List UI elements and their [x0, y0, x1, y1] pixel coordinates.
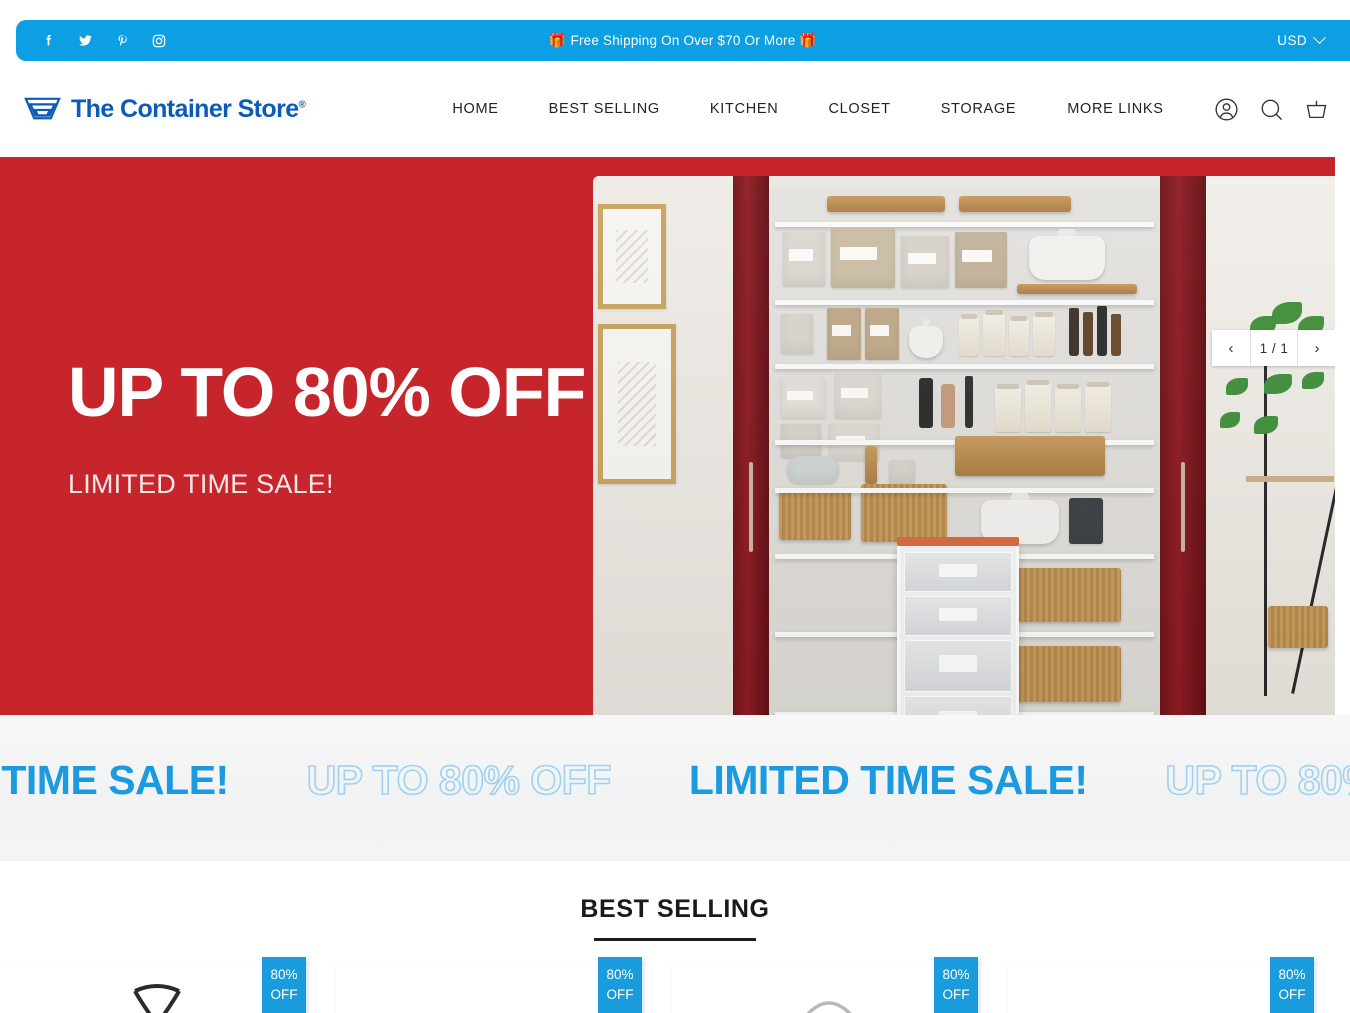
currency-selector[interactable]: USD — [1277, 31, 1326, 48]
hero-image — [593, 176, 1335, 715]
twitter-icon[interactable] — [75, 31, 95, 51]
badge-percent: 80% — [1278, 967, 1306, 982]
product-card[interactable]: 80% OFF — [1008, 957, 1322, 1013]
logo-text: The Container Store® — [71, 94, 306, 124]
rolling-drawer-cart — [897, 537, 1019, 715]
container-store-logo-icon — [24, 96, 61, 122]
framed-art — [598, 324, 676, 484]
pinterest-icon[interactable] — [112, 31, 132, 51]
nav-item-home[interactable]: HOME — [427, 101, 523, 117]
nav-item-more-links[interactable]: MORE LINKS — [1041, 101, 1189, 117]
main-navigation: HOME BEST SELLING KITCHEN CLOSET STORAGE… — [427, 101, 1189, 117]
carousel-prev-button[interactable]: ‹ — [1212, 330, 1250, 366]
nav-item-kitchen[interactable]: KITCHEN — [685, 101, 804, 117]
hero-text-block: UP TO 80% OFF LIMITED TIME SALE! — [68, 357, 608, 500]
promo-marquee: LIMITED TIME SALE! UP TO 80% OFF LIMITED… — [0, 715, 1350, 861]
product-grid: 80% OFF 80% OFF 80% OFF 80% OFF — [0, 957, 1350, 1013]
product-card[interactable]: 80% OFF — [672, 957, 986, 1013]
discount-badge: 80% OFF — [262, 957, 306, 1013]
hero-carousel-controls: ‹ 1 / 1 › — [1212, 330, 1335, 366]
hero-subtitle: LIMITED TIME SALE! — [68, 469, 334, 499]
announcement-message: 🎁 Free Shipping On Over $70 Or More 🎁 — [16, 32, 1350, 49]
carousel-counter: 1 / 1 — [1250, 330, 1298, 366]
badge-percent: 80% — [606, 967, 634, 982]
brand-name: The Container Store — [71, 94, 299, 123]
announcement-text: Free Shipping On Over $70 Or More — [570, 33, 796, 48]
product-card[interactable]: 80% OFF — [336, 957, 650, 1013]
section-title: BEST SELLING — [580, 895, 770, 923]
facebook-icon[interactable] — [38, 31, 58, 51]
wall-right — [1206, 176, 1335, 715]
sliding-door-right — [1160, 176, 1206, 715]
nav-item-best-selling[interactable]: BEST SELLING — [524, 101, 685, 117]
announcement-bar: 🎁 Free Shipping On Over $70 Or More 🎁 US… — [16, 20, 1350, 61]
marquee-item: UP TO 80% OFF — [306, 756, 612, 804]
discount-badge: 80% OFF — [1270, 957, 1314, 1013]
marquee-row: LIMITED TIME SALE! UP TO 80% OFF LIMITED… — [0, 756, 1350, 804]
currency-label: USD — [1277, 33, 1307, 48]
account-icon[interactable] — [1213, 96, 1240, 123]
marquee-item: UP TO 80% OFF — [1165, 756, 1350, 804]
section-title-underline — [594, 938, 756, 941]
pantry-shelving — [769, 188, 1160, 715]
nav-item-closet[interactable]: CLOSET — [803, 101, 915, 117]
badge-percent: 80% — [270, 967, 298, 982]
logo[interactable]: The Container Store® — [24, 94, 306, 124]
carousel-next-button[interactable]: › — [1298, 330, 1335, 366]
hero-banner: UP TO 80% OFF LIMITED TIME SALE! ‹ 1 / 1… — [0, 157, 1335, 715]
badge-label: OFF — [606, 986, 634, 1002]
framed-art — [598, 204, 666, 309]
cart-icon[interactable] — [1303, 96, 1330, 123]
gift-icon: 🎁 — [548, 32, 567, 48]
best-selling-section: BEST SELLING — [0, 861, 1350, 941]
header-icons — [1213, 96, 1330, 123]
badge-label: OFF — [270, 986, 298, 1002]
discount-badge: 80% OFF — [934, 957, 978, 1013]
search-icon[interactable] — [1258, 96, 1285, 123]
marquee-item: LIMITED TIME SALE! — [0, 757, 229, 803]
marquee-item: LIMITED TIME SALE! — [688, 757, 1088, 803]
gift-icon: 🎁 — [799, 32, 818, 48]
hero-title: UP TO 80% OFF — [68, 353, 586, 431]
discount-badge: 80% OFF — [598, 957, 642, 1013]
badge-percent: 80% — [942, 967, 970, 982]
badge-label: OFF — [942, 986, 970, 1002]
sliding-door-left — [733, 176, 769, 715]
registered-mark: ® — [298, 99, 306, 111]
product-card[interactable]: 80% OFF — [0, 957, 314, 1013]
social-links — [38, 31, 169, 51]
chevron-down-icon — [1313, 31, 1326, 45]
instagram-icon[interactable] — [149, 31, 169, 51]
nav-item-storage[interactable]: STORAGE — [916, 101, 1042, 117]
page-root: 🎁 Free Shipping On Over $70 Or More 🎁 US… — [0, 0, 1350, 1013]
badge-label: OFF — [1278, 986, 1306, 1002]
site-header: The Container Store® HOME BEST SELLING K… — [0, 61, 1350, 157]
